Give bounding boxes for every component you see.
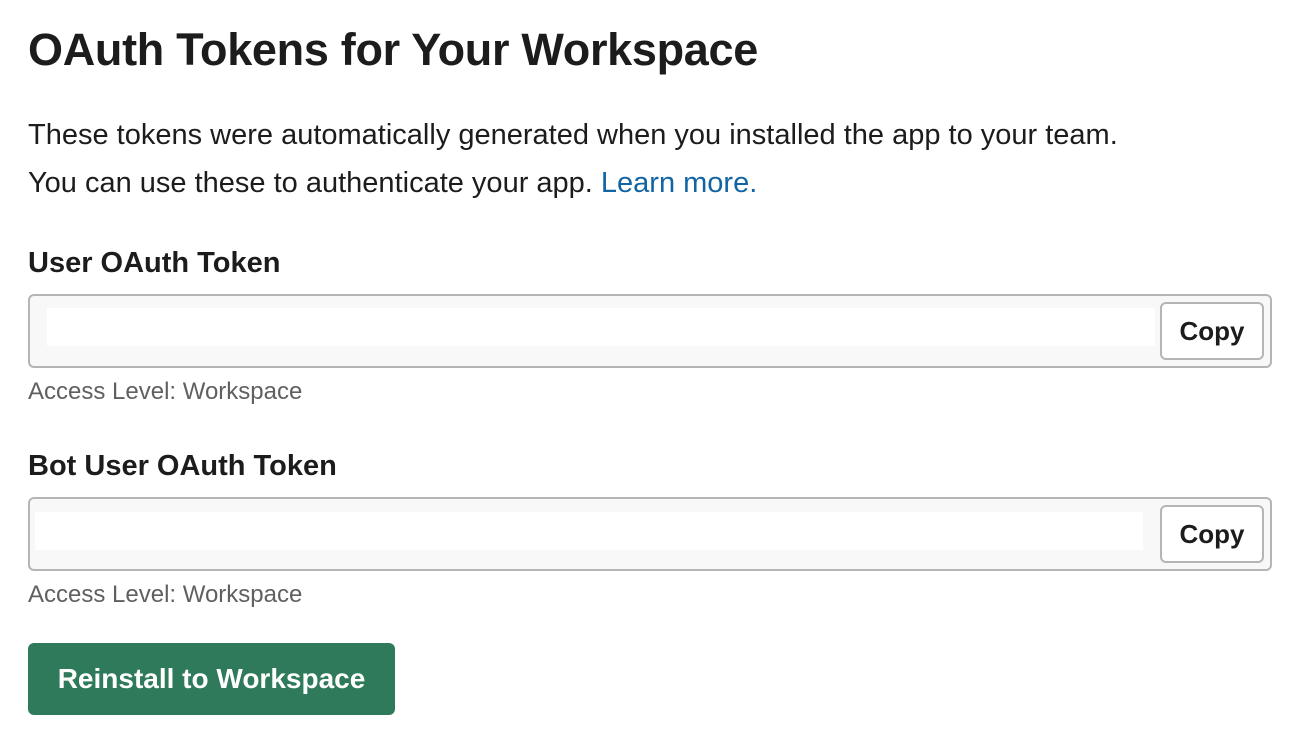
bot-token-label: Bot User OAuth Token xyxy=(28,450,337,482)
description-line-2: You can use these to authenticate your a… xyxy=(28,159,1278,207)
page-description: These tokens were automatically generate… xyxy=(28,111,1278,207)
bot-token-access-level: Access Level: Workspace xyxy=(28,581,303,608)
reinstall-to-workspace-button[interactable]: Reinstall to Workspace xyxy=(28,643,395,715)
user-token-copy-button[interactable]: Copy xyxy=(1160,302,1264,360)
user-token-label: User OAuth Token xyxy=(28,247,281,279)
description-line-1: These tokens were automatically generate… xyxy=(28,119,1118,151)
description-line-2-text: You can use these to authenticate your a… xyxy=(28,167,593,199)
learn-more-link[interactable]: Learn more. xyxy=(601,167,757,199)
page-title: OAuth Tokens for Your Workspace xyxy=(28,24,758,75)
bot-token-copy-button[interactable]: Copy xyxy=(1160,505,1264,563)
bot-token-field: Copy xyxy=(28,497,1272,571)
user-token-access-level: Access Level: Workspace xyxy=(28,378,303,405)
user-token-field: Copy xyxy=(28,294,1272,368)
bot-token-input[interactable] xyxy=(35,512,1143,550)
user-token-input[interactable] xyxy=(47,308,1155,346)
oauth-tokens-page: OAuth Tokens for Your Workspace These to… xyxy=(0,0,1306,732)
